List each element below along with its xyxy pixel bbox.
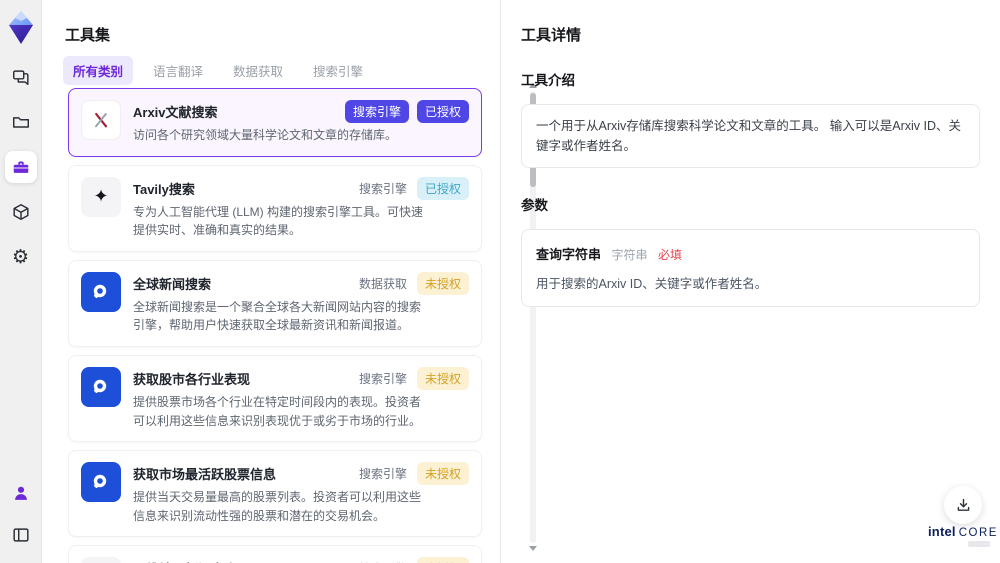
download-button[interactable] [944, 486, 982, 524]
auth-status-badge: 已授权 [416, 176, 469, 200]
tool-description: 提供股票市场各个行业在特定时间段内的表现。投资者可以利用这些信息来识别表现优于或… [133, 394, 422, 428]
arxiv-icon [81, 100, 121, 140]
tab-all-categories[interactable]: 所有类别 [63, 56, 134, 85]
magnifier-icon [81, 271, 121, 312]
brand-sub-mark [968, 541, 990, 547]
intel-core-logo: intel CORE [928, 524, 996, 547]
auth-status-badge: 未授权 [416, 366, 469, 390]
auth-status-badge: 未授权 [416, 557, 469, 563]
tool-card-global-news[interactable]: 全球新闻搜索 全球新闻搜索是一个聚合全球各大新闻网站内容的搜索引擎，帮助用户快速… [68, 259, 482, 347]
cube-icon[interactable] [5, 196, 37, 228]
settings-icon[interactable]: ⚙ [5, 241, 37, 273]
card-badges: 搜索引擎 未授权 [357, 462, 469, 486]
category-badge: 搜索引擎 [358, 467, 407, 482]
magnifier-icon [81, 366, 121, 407]
app-logo [8, 11, 33, 44]
category-badge: 搜索引擎 [358, 371, 407, 386]
category-badge: 搜索引擎 [358, 181, 407, 196]
category-badge: 搜索引擎 [344, 100, 409, 123]
download-icon [957, 498, 969, 511]
app-window: ⚙ 工具集 所有类别 语言翻译 数据获取 搜索引擎 Arxiv文献搜索 访问各个… [0, 0, 1000, 563]
param-type: 字符串 [611, 248, 648, 262]
tool-card-tavily[interactable]: ✦ Tavily搜索 专为人工智能代理 (LLM) 构建的搜索引擎工具。可快速提… [68, 164, 482, 252]
tool-list-panel: 工具集 所有类别 语言翻译 数据获取 搜索引擎 Arxiv文献搜索 访问各个研究… [42, 0, 537, 563]
param-header: 查询字符串 字符串 必填 [536, 244, 965, 264]
tab-search-engine[interactable]: 搜索引擎 [303, 56, 373, 85]
card-badges: 数据获取 未授权 [357, 271, 469, 295]
tool-description: 访问各个研究领域大量科学论文和文章的存储库。 [133, 128, 398, 142]
sparkle-icon: ✦ [81, 176, 121, 217]
sidebar: ⚙ [0, 0, 42, 563]
auth-status-badge: 未授权 [416, 462, 469, 486]
tool-card-active-stocks[interactable]: 获取市场最活跃股票信息 提供当天交易量最高的股票列表。投资者可以利用这些信息来识… [68, 450, 482, 538]
folder-icon[interactable] [5, 106, 37, 138]
param-description: 用于搜索的Arxiv ID、关键字或作者姓名。 [536, 277, 768, 291]
auth-status-badge: 未授权 [416, 271, 469, 295]
tool-detail-panel: 工具详情 工具介绍 一个用于从Arxiv存储库搜索科学论文和文章的工具。 输入可… [500, 0, 1000, 563]
brand-intel-text: intel [928, 524, 956, 539]
page-title: 工具集 [65, 27, 111, 44]
tool-card-arxiv[interactable]: Arxiv文献搜索 访问各个研究领域大量科学论文和文章的存储库。 搜索引擎 已授… [68, 88, 482, 157]
newspaper-icon [81, 557, 121, 563]
tool-card-sector-performance[interactable]: 获取股市各行业表现 提供股票市场各个行业在特定时间段内的表现。投资者可以利用这些… [68, 354, 482, 443]
magnifier-icon [81, 462, 121, 503]
card-badges: 搜索引擎 未授权 [357, 366, 469, 390]
chat-icon[interactable] [5, 61, 37, 93]
params-heading: 参数 [521, 198, 548, 213]
tab-language-translation[interactable]: 语言翻译 [143, 56, 213, 85]
panel-toggle-icon[interactable] [5, 519, 37, 551]
tool-description: 全球新闻搜索是一个聚合全球各大新闻网站内容的搜索引擎，帮助用户快速获取全球最新资… [133, 299, 422, 333]
category-tabs: 所有类别 语言翻译 数据获取 搜索引擎 [63, 56, 373, 85]
category-badge: 数据获取 [358, 276, 407, 291]
sidebar-bottom [5, 467, 37, 551]
tool-description: 提供当天交易量最高的股票列表。投资者可以利用这些信息来识别流动性强的股票和潜在的… [133, 490, 422, 523]
user-icon[interactable] [5, 477, 37, 509]
tool-description: 专为人工智能代理 (LLM) 构建的搜索引擎工具。可快速提供实时、准确和真实的结… [133, 204, 424, 238]
intro-heading: 工具介绍 [521, 73, 575, 88]
intro-text: 一个用于从Arxiv存储库搜索科学论文和文章的工具。 输入可以是Arxiv ID… [521, 104, 980, 168]
toolbox-icon[interactable] [4, 151, 37, 183]
param-card: 查询字符串 字符串 必填 用于搜索的Arxiv ID、关键字或作者姓名。 [521, 229, 980, 307]
auth-status-badge: 已授权 [416, 100, 469, 123]
param-required-badge: 必填 [657, 248, 682, 262]
category-badge: 搜索引擎 [357, 557, 409, 563]
tool-card-regional-news[interactable]: 万维地区新闻查询 查询具体行政区划内的新闻，快速了解各地新闻动 搜索引擎 未授权 [68, 545, 482, 563]
tool-card-list: Arxiv文献搜索 访问各个研究领域大量科学论文和文章的存储库。 搜索引擎 已授… [68, 88, 482, 563]
detail-title: 工具详情 [521, 27, 582, 44]
param-name: 查询字符串 [536, 247, 602, 262]
card-badges: 搜索引擎 已授权 [357, 176, 469, 200]
card-badges: 搜索引擎 已授权 [344, 100, 469, 123]
card-badges: 搜索引擎 未授权 [357, 557, 469, 563]
brand-core-text: CORE [958, 527, 998, 539]
tab-data-fetch[interactable]: 数据获取 [223, 56, 293, 85]
